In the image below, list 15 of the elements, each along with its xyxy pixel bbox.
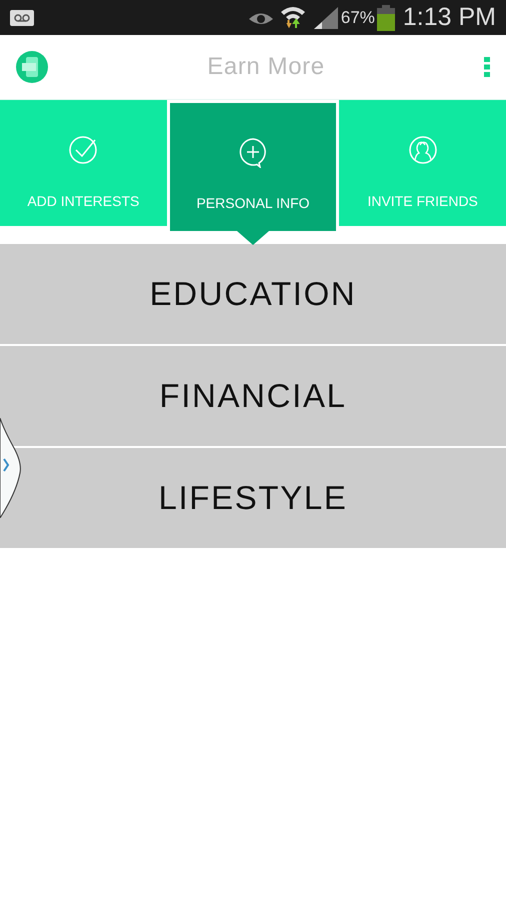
app-logo-icon [16, 51, 48, 83]
wifi-icon [280, 6, 306, 30]
side-drawer-handle[interactable] [0, 418, 22, 518]
category-item[interactable]: EDUCATION [0, 244, 506, 344]
battery-icon [376, 4, 395, 30]
category-item[interactable]: FINANCIAL [0, 346, 506, 446]
people-circle-icon [406, 134, 439, 166]
battery-percent: 67% [340, 6, 375, 29]
voicemail-icon [10, 10, 34, 26]
app-title: Earn More [206, 52, 326, 82]
checkmark-circle-icon [67, 134, 100, 166]
clock: 1:13 PM [402, 2, 496, 33]
signal-icon [314, 6, 338, 28]
plus-bubble-icon [237, 136, 269, 168]
category-item[interactable]: LIFESTYLE [0, 448, 506, 548]
